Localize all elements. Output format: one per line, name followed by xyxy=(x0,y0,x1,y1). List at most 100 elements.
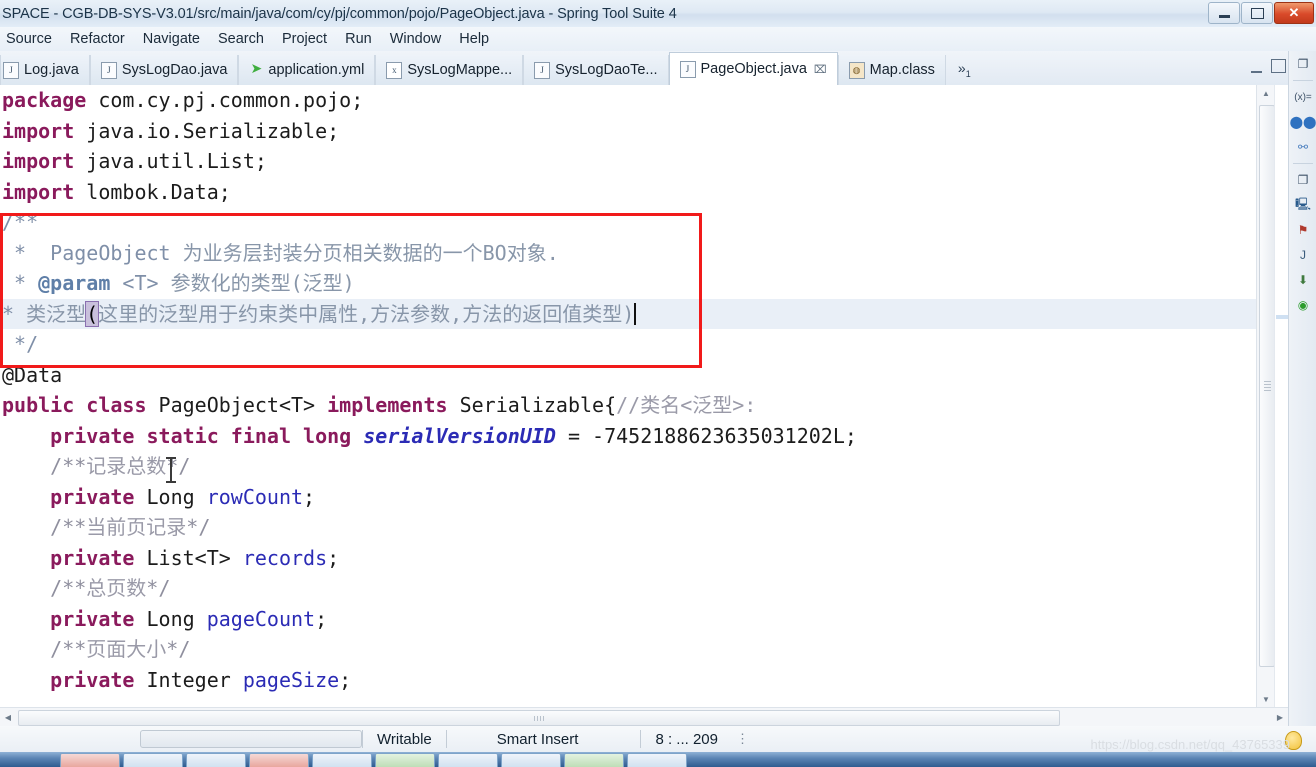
code-token: /** xyxy=(2,637,87,661)
scroll-grip-icon xyxy=(534,716,545,721)
status-overflow-icon[interactable]: ⋮ xyxy=(732,731,749,747)
taskbar-item[interactable] xyxy=(564,753,624,767)
minimize-button[interactable] xyxy=(1208,2,1240,24)
tab-label: PageObject.java xyxy=(700,61,807,77)
taskbar-item[interactable] xyxy=(627,753,687,767)
scroll-grip-icon xyxy=(1264,381,1271,391)
scroll-down-icon[interactable]: ▼ xyxy=(1257,691,1275,707)
taskbar-item[interactable] xyxy=(501,753,561,767)
code-editor[interactable]: package com.cy.pj.common.pojo; import jav… xyxy=(0,85,1256,707)
tab-map-class[interactable]: ◍ Map.class xyxy=(837,55,946,85)
tab-log-java[interactable]: J Log.java xyxy=(0,55,90,85)
tab-syslogdaotest-java[interactable]: J SysLogDaoTe... xyxy=(523,55,669,85)
code-token: /** xyxy=(2,576,87,600)
scroll-right-icon[interactable]: ▶ xyxy=(1272,708,1288,726)
spring-boot-icon[interactable]: ◉ xyxy=(1293,296,1313,314)
code-token: java.io.Serializable; xyxy=(74,118,340,143)
editor-vertical-scrollbar[interactable]: ▲ ▼ xyxy=(1256,85,1275,707)
code-token: ; xyxy=(339,667,352,692)
code-token: */ xyxy=(146,576,171,600)
restore-view-icon[interactable]: ❐ xyxy=(1293,55,1313,73)
code-token: @Data xyxy=(2,362,63,387)
code-token: pageSize xyxy=(242,667,340,692)
code-token: /** xyxy=(2,210,39,234)
minimize-view-icon[interactable]: ❐ xyxy=(1293,171,1313,189)
progress-indicator xyxy=(140,730,362,748)
code-token: import xyxy=(2,179,75,204)
code-token: Long xyxy=(134,606,207,631)
code-token: implements xyxy=(327,393,448,417)
taskbar-item[interactable] xyxy=(60,753,120,767)
menu-item-project[interactable]: Project xyxy=(273,30,336,48)
menu-item-run[interactable]: Run xyxy=(336,30,381,48)
code-token: * xyxy=(2,271,39,295)
ruler-mark xyxy=(1276,315,1288,319)
code-token: */ xyxy=(166,637,191,661)
taskbar-item[interactable] xyxy=(375,753,435,767)
code-line: private List<T> records; xyxy=(0,543,1256,574)
close-button[interactable]: ✕ xyxy=(1274,2,1314,24)
taskbar-item[interactable] xyxy=(186,753,246,767)
scroll-left-icon[interactable]: ◀ xyxy=(0,708,16,726)
vertical-scroll-thumb[interactable] xyxy=(1259,105,1275,667)
code-line: private static final long serialVersionU… xyxy=(0,421,1256,452)
tab-pageobject-java[interactable]: J PageObject.java ⌧ xyxy=(668,52,838,85)
taskbar-item[interactable] xyxy=(438,753,498,767)
taskbar-item[interactable] xyxy=(123,753,183,767)
code-line: import java.util.List; xyxy=(0,146,1256,177)
code-token: ; xyxy=(303,484,316,509)
variables-icon[interactable]: (x)= xyxy=(1293,88,1313,106)
code-token: 记录总数 xyxy=(86,454,167,478)
breakpoints-icon[interactable]: ⬤⬤ xyxy=(1290,113,1316,131)
download-icon[interactable]: ⬇ xyxy=(1293,271,1313,289)
menu-item-refactor[interactable]: Refactor xyxy=(61,30,134,48)
menu-item-navigate[interactable]: Navigate xyxy=(134,30,209,48)
code-token: ( xyxy=(85,300,100,327)
code-line: private Long rowCount; xyxy=(0,482,1256,513)
taskbar-item[interactable] xyxy=(249,753,309,767)
code-token: serialVersionUID xyxy=(363,423,556,448)
tab-label: Log.java xyxy=(24,62,79,78)
code-token: = -7452188623635031202L; xyxy=(555,423,857,448)
problems-icon[interactable]: ⚑ xyxy=(1293,221,1313,239)
code-line: /**页面大小*/ xyxy=(0,634,1256,665)
outline-icon[interactable]: ⚯ xyxy=(1293,138,1313,156)
tab-overflow-chevron-icon[interactable]: »1 xyxy=(946,60,983,79)
tab-label: Map.class xyxy=(869,62,935,78)
code-token: */ xyxy=(2,332,39,356)
scroll-up-icon[interactable]: ▲ xyxy=(1257,85,1275,101)
code-token: 参数化的类型(泛型) xyxy=(170,271,355,295)
editor-horizontal-scrollbar[interactable]: ◀ ▶ xyxy=(0,707,1288,726)
console-icon[interactable]: 🖳 xyxy=(1293,196,1313,214)
tab-syslogmapper-xml[interactable]: x SysLogMappe... xyxy=(375,55,524,85)
tab-application-yml[interactable]: ➤ application.yml xyxy=(238,55,376,85)
overview-ruler[interactable] xyxy=(1274,85,1289,707)
window-controls: ✕ xyxy=(1208,2,1314,24)
code-token: private xyxy=(2,545,135,570)
menu-item-help[interactable]: Help xyxy=(450,30,498,48)
code-token: /** xyxy=(2,515,87,539)
code-token: rowCount xyxy=(206,484,304,509)
minimize-editor-icon[interactable] xyxy=(1251,68,1262,73)
horizontal-scroll-thumb[interactable] xyxy=(18,710,1060,726)
code-token: ; xyxy=(327,545,340,570)
tab-syslogdao-java[interactable]: J SysLogDao.java xyxy=(89,55,239,85)
code-token: private xyxy=(2,667,135,692)
maximize-restore-button[interactable] xyxy=(1241,2,1273,24)
menu-item-source[interactable]: Source xyxy=(0,30,61,48)
code-line: import lombok.Data; xyxy=(0,177,1256,208)
tab-label: SysLogDao.java xyxy=(121,62,228,78)
tab-label: SysLogMappe... xyxy=(407,62,513,78)
menu-item-search[interactable]: Search xyxy=(209,30,273,48)
code-token: import xyxy=(2,118,75,143)
code-token: package xyxy=(2,88,87,112)
code-token: 为业务层封装分页相关数据的一个BO对象. xyxy=(182,240,559,265)
taskbar-item[interactable] xyxy=(312,753,372,767)
javadoc-icon[interactable]: J xyxy=(1293,246,1313,264)
code-line: * PageObject 为业务层封装分页相关数据的一个BO对象. xyxy=(0,238,1256,269)
code-token: <T> xyxy=(110,271,171,295)
editor-view-buttons xyxy=(1251,59,1286,73)
menu-item-window[interactable]: Window xyxy=(381,30,451,48)
tab-close-icon[interactable]: ⌧ xyxy=(814,63,827,76)
maximize-editor-icon[interactable] xyxy=(1271,59,1286,73)
